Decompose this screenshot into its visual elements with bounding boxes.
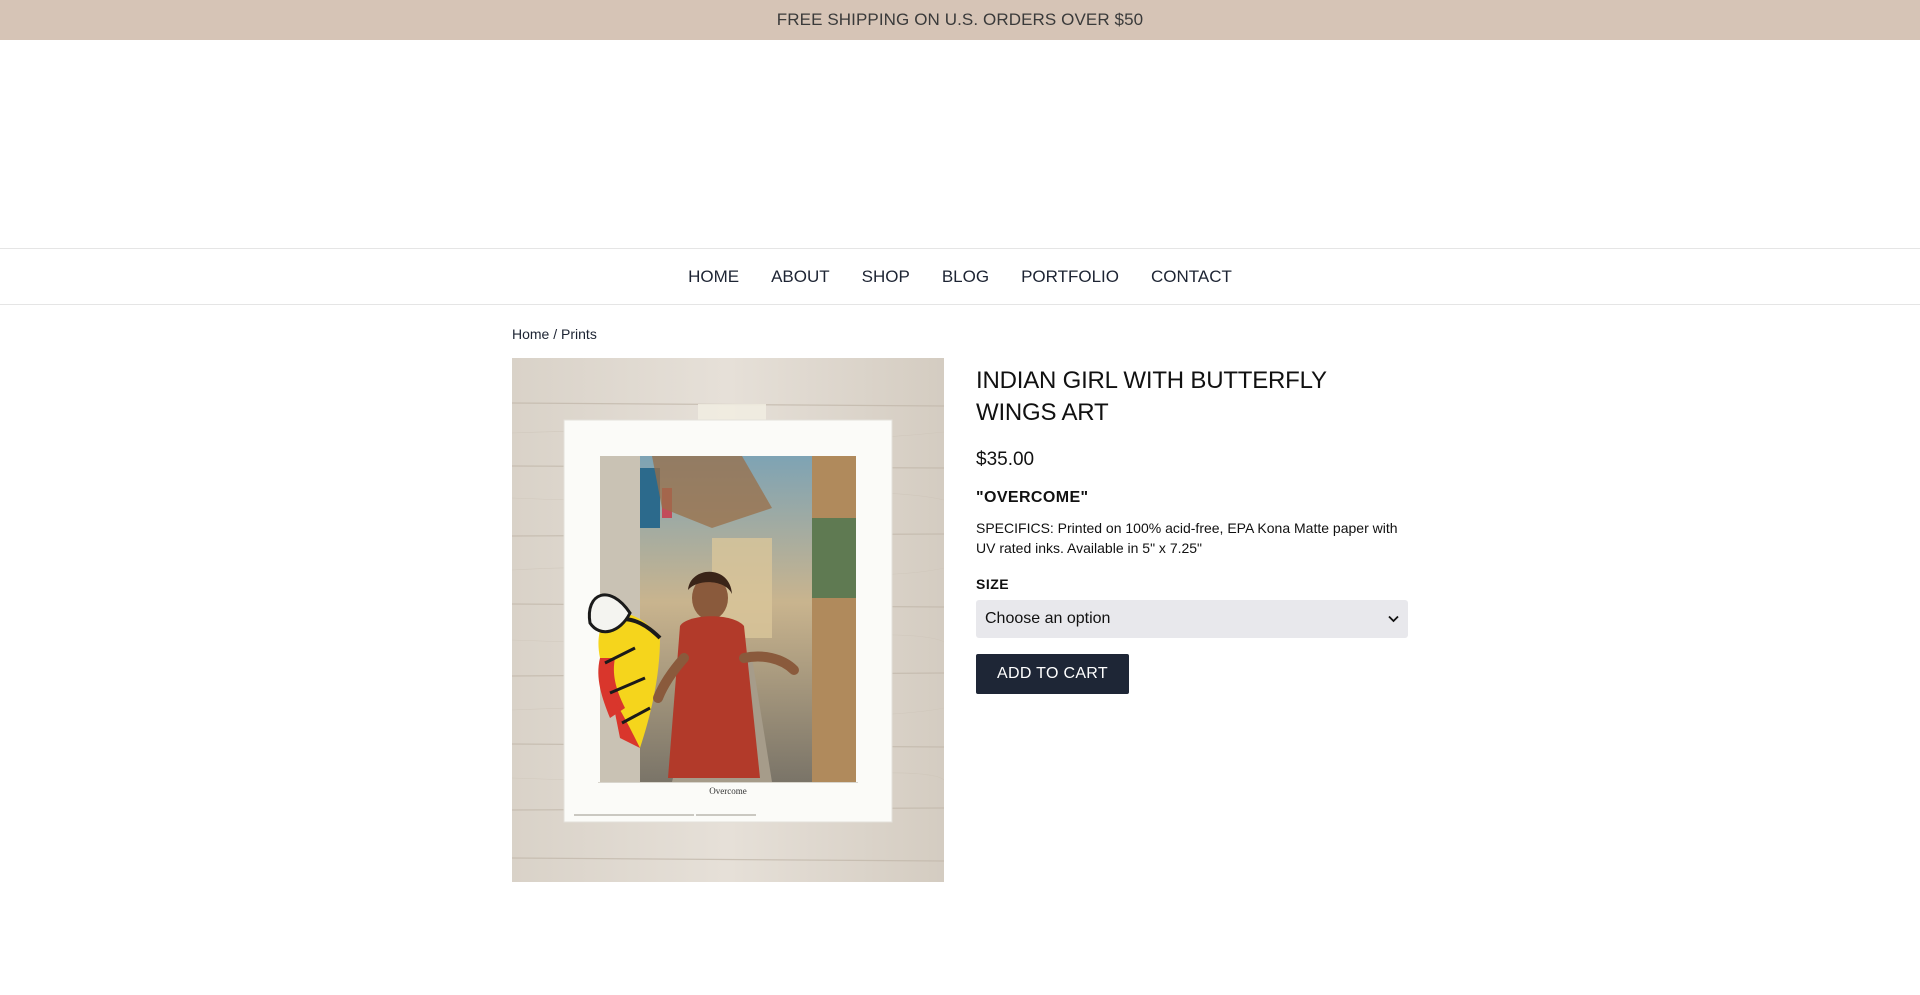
product-subtitle: "OVERCOME" [976,489,1089,506]
nav-item-blog[interactable]: BLOG [926,267,1005,287]
promo-text: FREE SHIPPING ON U.S. ORDERS OVER $50 [776,10,1144,29]
product-photo: Overcome [512,358,944,882]
breadcrumb: Home / Prints [512,326,597,342]
product-summary: INDIAN GIRL WITH BUTTERFLY WINGS ART $35… [976,358,1408,694]
size-select[interactable]: Choose an option [976,600,1408,638]
size-label: SIZE [976,576,1010,592]
nav-item-contact[interactable]: CONTACT [1135,267,1248,287]
print-caption: Overcome [709,786,746,796]
product-specifics: SPECIFICS: Printed on 100% acid-free, EP… [976,520,1398,556]
main-navigation: HOME ABOUT SHOP BLOG PORTFOLIO CONTACT [0,248,1920,305]
promo-banner: FREE SHIPPING ON U.S. ORDERS OVER $50 [0,0,1920,40]
breadcrumb-home-link[interactable]: Home [512,326,549,342]
nav-item-about[interactable]: ABOUT [755,267,846,287]
nav-item-home[interactable]: HOME [672,267,755,287]
nav-item-shop[interactable]: SHOP [846,267,926,287]
add-to-cart-button[interactable]: ADD TO CART [976,654,1129,694]
product-title: INDIAN GIRL WITH BUTTERFLY WINGS ART [976,367,1327,426]
chevron-down-icon [1388,612,1399,626]
nav-item-portfolio[interactable]: PORTFOLIO [1005,267,1135,287]
breadcrumb-separator: / [549,326,562,342]
breadcrumb-category-link[interactable]: Prints [561,326,597,342]
site-header [0,40,1920,248]
size-select-value: Choose an option [985,610,1111,627]
size-select-wrapper: Choose an option [976,600,1408,638]
product-image[interactable]: Overcome [512,358,944,882]
product-price: $35.00 [976,449,1035,470]
